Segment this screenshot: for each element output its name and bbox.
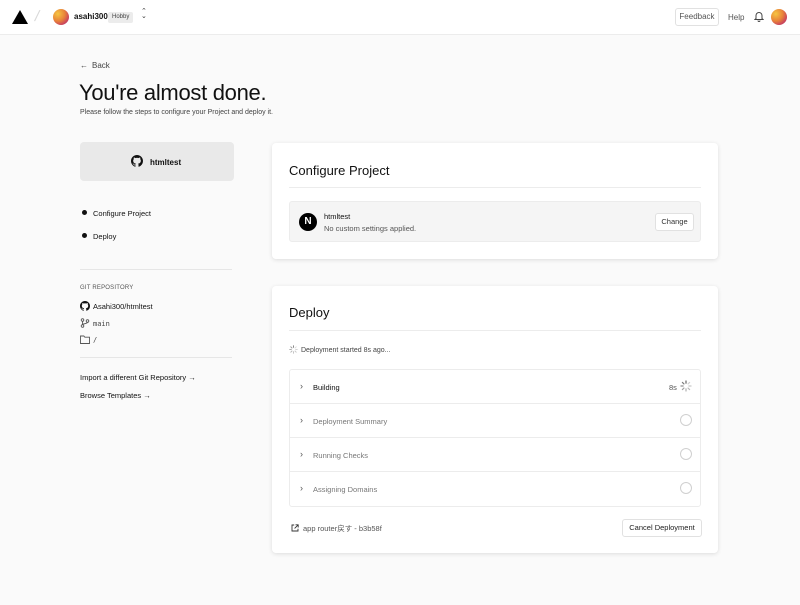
page-title: You're almost done. (79, 80, 267, 105)
deploy-step-label: Running Checks (313, 451, 369, 460)
divider (289, 330, 701, 331)
chevron-right-icon: › (300, 415, 303, 425)
deploy-step-label: Building (313, 383, 340, 392)
divider (80, 357, 232, 358)
step-label: Deploy (93, 232, 117, 241)
deploy-step-label: Assigning Domains (313, 485, 378, 494)
cancel-deployment-button[interactable]: Cancel Deployment (622, 519, 702, 537)
folder-icon (80, 335, 90, 344)
chevron-right-icon: › (300, 449, 303, 459)
step-dot (82, 210, 87, 215)
framework-summary: N htmltest No custom settings applied. C… (289, 201, 701, 242)
browse-templates-link[interactable]: Browse Templates → (80, 391, 151, 400)
deploy-step-summary[interactable]: › Deployment Summary (290, 404, 700, 438)
step-deploy: Deploy (82, 232, 116, 241)
git-root-directory[interactable]: / (80, 335, 97, 344)
external-link-icon (291, 524, 299, 532)
repo-card-name: htmltest (150, 158, 182, 167)
deploy-steps: › Building 8s › Deployment Summary › Run… (289, 369, 701, 507)
git-branch[interactable]: main (80, 318, 110, 328)
back-label: Back (92, 61, 110, 70)
step-configure-project: Configure Project (82, 209, 151, 218)
deploy-card-title: Deploy (289, 305, 330, 320)
project-name: htmltest (324, 212, 351, 221)
user-avatar[interactable] (771, 9, 787, 25)
import-repo-link[interactable]: Import a different Git Repository → (80, 373, 196, 382)
settings-text: No custom settings applied. (324, 224, 417, 233)
git-repo-name: Asahi300/htmltest (93, 302, 153, 311)
feedback-button[interactable]: Feedback (675, 8, 719, 26)
github-icon (131, 155, 143, 167)
divider (80, 269, 232, 270)
git-branch-name: main (93, 320, 110, 328)
commit-link[interactable]: app router戻す - b3b58f (291, 523, 382, 534)
back-link[interactable]: ← Back (80, 61, 110, 70)
git-branch-icon (80, 318, 90, 328)
configure-project-card: Configure Project N htmltest No custom s… (272, 143, 718, 259)
arrow-left-icon: ← (80, 61, 88, 70)
git-repo-link[interactable]: Asahi300/htmltest (80, 301, 153, 311)
commit-text: app router戻す - b3b58f (303, 524, 382, 533)
deploy-card: Deploy Deployment started 8s ago... › Bu… (272, 286, 718, 553)
deploy-step-building[interactable]: › Building 8s (290, 370, 700, 404)
page-subtitle: Please follow the steps to configure you… (80, 109, 273, 116)
git-section-label: GIT REPOSITORY (80, 285, 134, 291)
pending-circle-icon (680, 448, 692, 460)
spinner-icon (680, 380, 692, 392)
pending-circle-icon (680, 414, 692, 426)
deployment-status: Deployment started 8s ago... (289, 345, 391, 354)
github-icon (80, 301, 90, 311)
step-label: Configure Project (93, 209, 151, 218)
step-dot (82, 233, 87, 238)
change-button[interactable]: Change (655, 213, 694, 231)
chevron-right-icon: › (300, 483, 303, 493)
spinner-icon (289, 345, 298, 354)
divider (289, 187, 701, 188)
breadcrumb-separator: / (33, 8, 41, 25)
bell-icon[interactable] (754, 11, 764, 22)
deploy-step-domains[interactable]: › Assigning Domains (290, 472, 700, 506)
deploy-step-label: Deployment Summary (313, 417, 388, 426)
chevron-right-icon: › (300, 381, 303, 391)
team-avatar[interactable] (53, 9, 69, 25)
top-bar: / asahi300 Hobby ⌃ ⌄ Feedback Help (0, 0, 800, 35)
plan-badge: Hobby (108, 12, 134, 23)
configure-card-title: Configure Project (289, 163, 390, 178)
deploy-step-time: 8s (669, 383, 677, 392)
deploy-step-checks[interactable]: › Running Checks (290, 438, 700, 472)
chevron-up-down-icon[interactable]: ⌃ ⌄ (141, 8, 147, 20)
team-name[interactable]: asahi300 (74, 12, 108, 21)
repo-card: htmltest (80, 142, 234, 181)
help-link[interactable]: Help (728, 13, 744, 22)
nextjs-icon: N (299, 213, 317, 231)
git-root-dir: / (93, 336, 98, 344)
vercel-logo-icon[interactable] (12, 10, 28, 24)
pending-circle-icon (680, 482, 692, 494)
deployment-status-text: Deployment started 8s ago... (301, 347, 391, 354)
